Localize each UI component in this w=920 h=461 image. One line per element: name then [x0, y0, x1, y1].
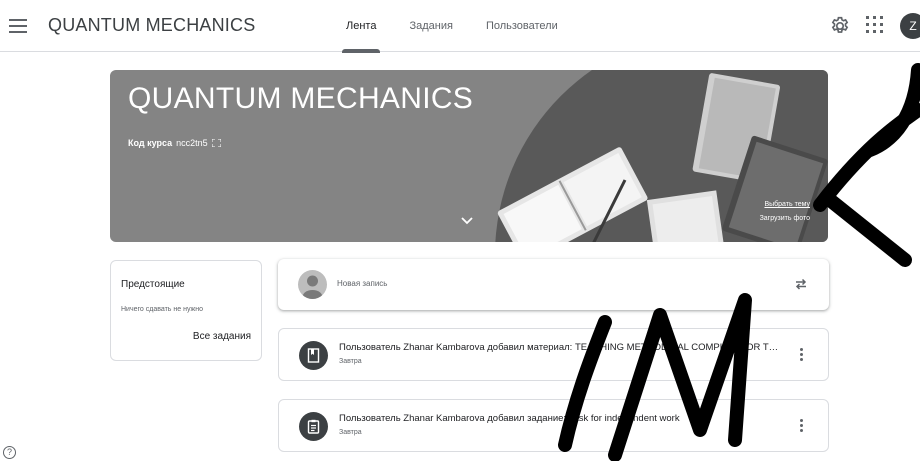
tab-people[interactable]: Пользователи [482, 0, 562, 52]
tab-bar: Лента Задания Пользователи [342, 0, 587, 53]
top-app-bar: QUANTUM MECHANICS Лента Задания Пользова… [0, 0, 920, 53]
course-banner: QUANTUM MECHANICS Код курса ncc2tn5 Выбра… [110, 70, 828, 242]
stream-item-date: Завтра [339, 358, 362, 365]
upcoming-empty-text: Ничего сдавать не нужно [121, 306, 203, 313]
app-title[interactable]: QUANTUM MECHANICS [48, 15, 255, 36]
new-post-box[interactable]: Новая запись [278, 259, 829, 310]
repost-icon[interactable] [793, 276, 809, 292]
course-title: QUANTUM MECHANICS [128, 82, 474, 115]
upcoming-title: Предстоящие [121, 279, 185, 290]
select-theme-link[interactable]: Выбрать тему [764, 201, 810, 208]
upload-photo-link[interactable]: Загрузить фото [760, 215, 810, 222]
new-post-placeholder: Новая запись [337, 279, 388, 288]
apps-grid-icon[interactable] [866, 16, 884, 34]
more-options-icon[interactable] [799, 419, 805, 435]
stream-item-date: Завтра [339, 429, 362, 436]
gear-icon[interactable] [829, 15, 851, 37]
course-code-value: ncc2tn5 [176, 138, 208, 148]
stream-item[interactable]: Пользователь Zhanar Kambarova добавил ма… [278, 328, 829, 381]
material-icon [299, 341, 328, 370]
fullscreen-icon[interactable] [211, 139, 221, 147]
course-code-label: Код курса [128, 138, 173, 148]
tab-stream[interactable]: Лента [342, 0, 381, 53]
chevron-down-icon[interactable] [460, 216, 474, 226]
stream-item-text: Пользователь Zhanar Kambarova добавил ма… [339, 342, 779, 353]
more-options-icon[interactable] [799, 348, 805, 364]
assignment-icon [299, 412, 328, 441]
menu-icon[interactable] [9, 19, 27, 33]
stream-item-text: Пользователь Zhanar Kambarova добавил за… [339, 413, 680, 424]
upcoming-card: Предстоящие Ничего сдавать не нужно Все … [110, 260, 262, 361]
all-tasks-link[interactable]: Все задания [193, 331, 251, 342]
user-avatar [298, 270, 327, 299]
account-avatar[interactable]: Z [900, 13, 920, 39]
stream-item[interactable]: Пользователь Zhanar Kambarova добавил за… [278, 399, 829, 452]
help-icon[interactable]: ? [3, 446, 16, 459]
course-code: Код курса ncc2tn5 [128, 138, 221, 148]
tab-classwork[interactable]: Задания [405, 0, 456, 52]
